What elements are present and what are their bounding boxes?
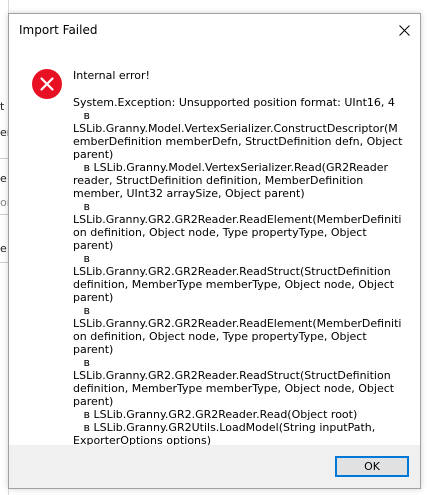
error-heading: Internal error! [73,69,150,82]
error-icon [32,69,62,99]
screen: t ( er e om e r Import Failed Internal e… [0,0,431,495]
error-message: System.Exception: Unsupported position f… [73,96,403,473]
background-divider [0,214,8,215]
close-icon [398,24,410,36]
dialog-titlebar[interactable]: Import Failed [9,14,420,46]
import-failed-dialog: Import Failed Internal error! System.Exc… [8,13,421,489]
ok-button[interactable]: OK [335,456,409,477]
dialog-footer: OK [9,445,420,488]
background-divider [0,262,8,263]
dialog-title: Import Failed [19,23,98,37]
close-button[interactable] [388,14,420,46]
dialog-content: Internal error! System.Exception: Unsupp… [9,46,420,473]
background-divider [0,158,8,159]
background-text-fragment: e [0,172,7,185]
